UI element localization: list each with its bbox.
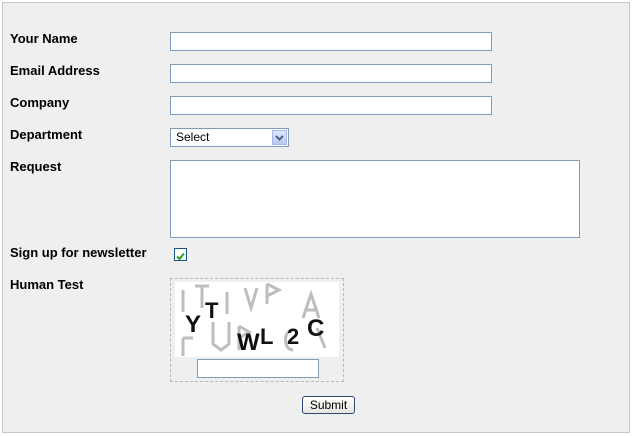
svg-text:C: C [307,315,324,342]
svg-text:W: W [237,329,260,356]
captcha-image: Y T W L 2 C [175,282,339,357]
dropdown-arrow-glyph [275,135,284,141]
svg-text:2: 2 [287,324,299,349]
company-label: Company [10,95,70,110]
svg-text:T: T [205,298,219,323]
submit-button[interactable]: Submit [302,396,355,414]
company-input[interactable] [170,96,492,115]
name-input[interactable] [170,32,492,51]
svg-text:Y: Y [185,311,201,338]
newsletter-label: Sign up for newsletter [10,245,147,260]
captcha-graphic: Y T W L 2 C [181,282,327,356]
contact-form: Your Name Email Address Company Departme… [2,2,630,433]
captcha-input[interactable] [197,359,319,378]
svg-text:L: L [260,324,273,349]
department-label: Department [10,127,83,142]
checkmark-icon [176,252,185,261]
newsletter-checkbox[interactable] [174,248,187,261]
dropdown-arrow-icon[interactable] [272,130,287,145]
email-input[interactable] [170,64,492,83]
department-select[interactable]: Select [170,128,289,147]
request-textarea[interactable] [170,160,580,238]
captcha-container: Y T W L 2 C [170,278,344,382]
human-test-label: Human Test [10,277,84,292]
department-selected-value: Select [176,130,210,144]
request-label: Request [10,159,62,174]
email-label: Email Address [10,63,100,78]
name-label: Your Name [10,31,78,46]
